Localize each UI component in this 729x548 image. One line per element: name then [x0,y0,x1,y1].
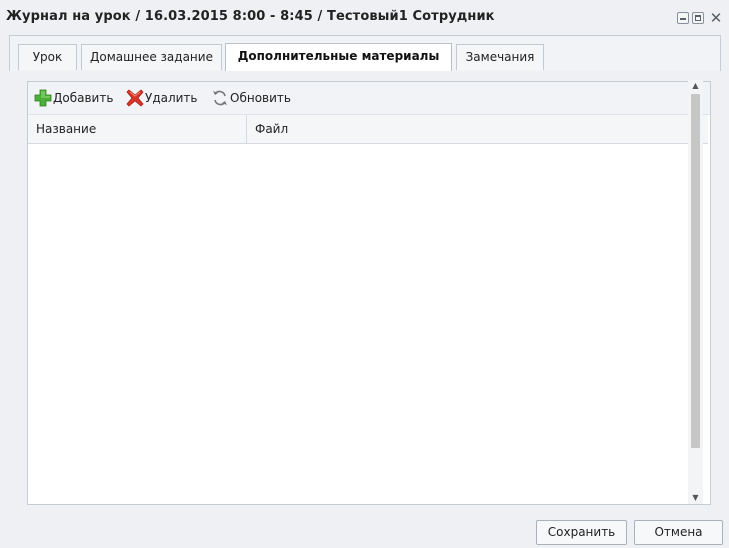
maximize-icon[interactable] [692,12,704,24]
refresh-icon [213,90,227,106]
column-header-file[interactable]: Файл [247,115,690,143]
scroll-up-icon[interactable]: ▲ [688,80,703,92]
tab-additional-materials-label: Дополнительные материалы [237,49,440,63]
tab-homework-label: Домашнее задание [90,50,213,64]
tab-remarks-label: Замечания [465,50,535,64]
tab-remarks[interactable]: Замечания [456,44,544,70]
scroll-down-icon[interactable]: ▼ [688,492,703,504]
dialog-window: Журнал на урок / 16.03.2015 8:00 - 8:45 … [0,0,729,548]
window-title: Журнал на урок / 16.03.2015 8:00 - 8:45 … [6,9,495,24]
tab-lesson-label: Урок [32,50,63,64]
tab-lesson[interactable]: Урок [18,44,77,70]
vertical-scrollbar[interactable]: ▲ ▼ [688,80,703,504]
grid-toolbar: Добавить Удалить Обновить [28,82,710,115]
tab-homework[interactable]: Домашнее задание [81,44,222,70]
minimize-icon[interactable] [677,12,689,24]
column-header-file-label: Файл [255,122,289,136]
delete-cross-icon [126,89,144,107]
grid-header: Название Файл [28,115,708,144]
cancel-button[interactable]: Отмена [634,520,723,545]
close-icon[interactable]: ✕ [708,9,724,27]
scrollbar-thumb[interactable] [691,94,700,448]
refresh-button-label: Обновить [230,91,291,105]
tab-bar: Урок Домашнее задание Дополнительные мат… [9,35,721,71]
add-button-label: Добавить [53,91,114,105]
save-button[interactable]: Сохранить [536,520,627,545]
title-bar[interactable]: Журнал на урок / 16.03.2015 8:00 - 8:45 … [0,0,729,34]
tab-additional-materials[interactable]: Дополнительные материалы [225,43,452,71]
column-header-name[interactable]: Название [28,115,247,143]
delete-button-label: Удалить [145,91,198,105]
column-header-name-label: Название [36,122,97,136]
delete-button[interactable]: Удалить [126,89,206,107]
add-button[interactable]: Добавить [34,89,120,107]
refresh-button[interactable]: Обновить [211,89,297,107]
materials-panel: Добавить Удалить Обновить Название Файл [27,81,711,505]
plus-icon [34,89,52,107]
